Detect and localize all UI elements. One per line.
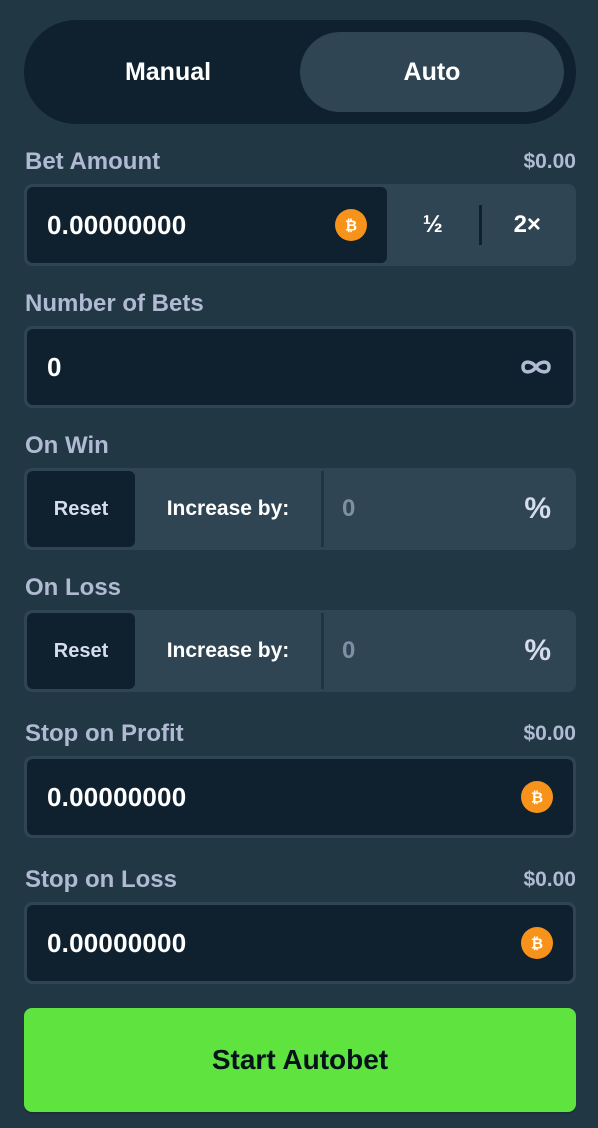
double-button[interactable]: 2× [482,187,574,263]
half-button[interactable]: ½ [387,187,479,263]
number-of-bets-label: Number of Bets [25,290,204,317]
on-win-header: On Win [25,431,576,461]
stop-on-profit-input-box[interactable]: 0.00000000 ₿ [27,759,573,835]
on-loss-increase-label[interactable]: Increase by: [135,613,321,689]
mode-tabs: Manual Auto [24,20,576,124]
bet-amount-field: 0.00000000 ₿ ½ 2× [24,184,576,266]
on-loss-increase-input[interactable]: 0 [342,637,524,665]
stop-on-loss-input[interactable]: 0.00000000 [47,928,521,959]
stop-on-profit-field: 0.00000000 ₿ [24,756,576,838]
on-win-field: Reset Increase by: 0 % [24,468,576,550]
bitcoin-icon: ₿ [521,781,553,813]
svg-text:₿: ₿ [531,935,543,953]
on-win-increase-input[interactable]: 0 [342,495,524,523]
number-of-bets-input[interactable]: 0 [47,352,519,383]
stop-on-profit-header: Stop on Profit $0.00 [25,719,576,749]
on-loss-field: Reset Increase by: 0 % [24,610,576,692]
stop-on-loss-header: Stop on Loss $0.00 [25,865,576,895]
tab-manual[interactable]: Manual [36,32,300,112]
svg-text:₿: ₿ [531,789,543,807]
infinity-icon[interactable] [519,357,553,377]
bet-amount-label: Bet Amount [25,148,161,175]
stop-on-loss-input-box[interactable]: 0.00000000 ₿ [27,905,573,981]
stop-on-profit-input[interactable]: 0.00000000 [47,782,521,813]
bet-multiplier-group: ½ 2× [387,187,573,263]
on-loss-reset-button[interactable]: Reset [27,613,135,689]
stop-on-loss-field: 0.00000000 ₿ [24,902,576,984]
on-win-label: On Win [25,432,109,459]
number-of-bets-header: Number of Bets [25,289,576,319]
on-win-increase-label[interactable]: Increase by: [135,471,321,547]
bitcoin-icon: ₿ [335,209,367,241]
bet-amount-header: Bet Amount $0.00 [25,147,576,177]
stop-on-profit-usd: $0.00 [523,722,576,745]
bet-amount-input[interactable]: 0.00000000 [47,210,335,241]
on-loss-label: On Loss [25,574,122,601]
on-loss-increase-box[interactable]: 0 % [321,613,573,689]
number-of-bets-field: 0 [24,326,576,408]
start-autobet-button[interactable]: Start Autobet [24,1008,576,1112]
stop-on-loss-usd: $0.00 [523,868,576,891]
stop-on-loss-label: Stop on Loss [25,866,177,893]
on-win-reset-button[interactable]: Reset [27,471,135,547]
percent-icon: % [524,492,551,525]
on-win-increase-box[interactable]: 0 % [321,471,573,547]
bet-amount-input-box[interactable]: 0.00000000 ₿ [27,187,387,263]
number-of-bets-input-box[interactable]: 0 [27,329,573,405]
stop-on-profit-label: Stop on Profit [25,720,184,747]
percent-icon: % [524,634,551,667]
svg-text:₿: ₿ [345,217,357,235]
tab-auto[interactable]: Auto [300,32,564,112]
bitcoin-icon: ₿ [521,927,553,959]
on-loss-header: On Loss [25,573,576,603]
bet-amount-usd: $0.00 [523,150,576,173]
